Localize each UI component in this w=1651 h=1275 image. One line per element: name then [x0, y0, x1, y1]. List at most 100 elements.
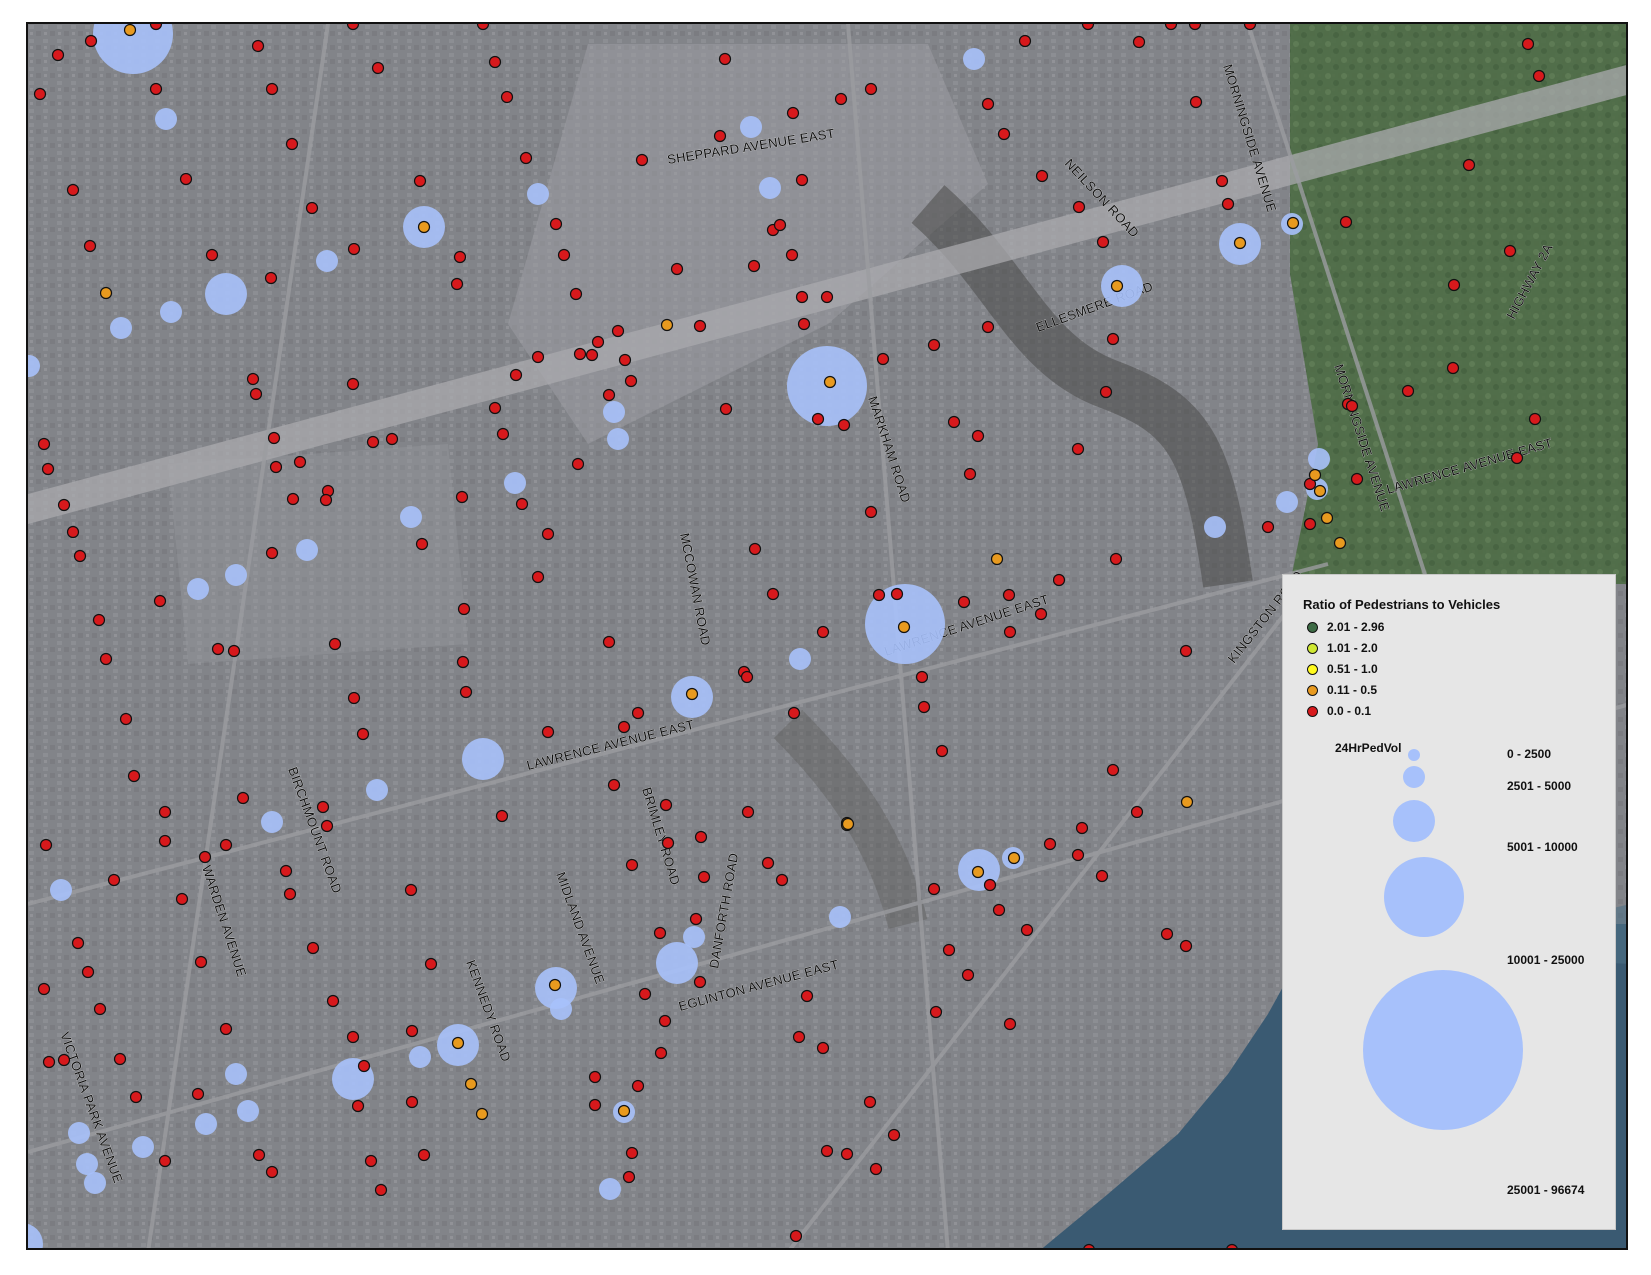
intersection-point[interactable]	[1180, 795, 1194, 809]
intersection-point[interactable]	[328, 637, 342, 651]
intersection-point[interactable]	[1096, 235, 1110, 249]
intersection-point[interactable]	[374, 1183, 388, 1197]
intersection-point[interactable]	[571, 457, 585, 471]
intersection-point[interactable]	[194, 955, 208, 969]
intersection-point[interactable]	[981, 320, 995, 334]
intersection-point[interactable]	[961, 968, 975, 982]
intersection-point[interactable]	[158, 1154, 172, 1168]
intersection-point[interactable]	[659, 798, 673, 812]
intersection-point[interactable]	[123, 24, 137, 37]
intersection-point[interactable]	[459, 685, 473, 699]
intersection-point[interactable]	[1188, 24, 1202, 31]
intersection-point[interactable]	[320, 819, 334, 833]
intersection-point[interactable]	[748, 542, 762, 556]
intersection-point[interactable]	[92, 613, 106, 627]
intersection-point[interactable]	[1071, 442, 1085, 456]
intersection-point[interactable]	[773, 218, 787, 232]
intersection-point[interactable]	[326, 994, 340, 1008]
intersection-point[interactable]	[464, 1077, 478, 1091]
intersection-point[interactable]	[319, 493, 333, 507]
intersection-point[interactable]	[285, 137, 299, 151]
intersection-point[interactable]	[863, 1095, 877, 1109]
intersection-point[interactable]	[73, 549, 87, 563]
intersection-point[interactable]	[823, 375, 837, 389]
intersection-point[interactable]	[219, 1022, 233, 1036]
intersection-point[interactable]	[971, 865, 985, 879]
intersection-point[interactable]	[872, 588, 886, 602]
intersection-point[interactable]	[305, 201, 319, 215]
intersection-point[interactable]	[761, 856, 775, 870]
intersection-point[interactable]	[1510, 451, 1524, 465]
intersection-point[interactable]	[107, 873, 121, 887]
intersection-point[interactable]	[1083, 1243, 1095, 1251]
intersection-point[interactable]	[1339, 215, 1353, 229]
intersection-point[interactable]	[93, 1002, 107, 1016]
intersection-point[interactable]	[129, 1090, 143, 1104]
intersection-point[interactable]	[316, 800, 330, 814]
intersection-point[interactable]	[264, 271, 278, 285]
intersection-point[interactable]	[33, 87, 47, 101]
intersection-point[interactable]	[1333, 536, 1347, 550]
intersection-point[interactable]	[786, 106, 800, 120]
intersection-point[interactable]	[1110, 279, 1124, 293]
intersection-point[interactable]	[1095, 869, 1109, 883]
intersection-point[interactable]	[811, 412, 825, 426]
intersection-point[interactable]	[1303, 517, 1317, 531]
intersection-point[interactable]	[1071, 848, 1085, 862]
intersection-point[interactable]	[346, 1030, 360, 1044]
intersection-point[interactable]	[864, 505, 878, 519]
intersection-point[interactable]	[265, 1165, 279, 1179]
intersection-point[interactable]	[971, 429, 985, 443]
intersection-point[interactable]	[519, 151, 533, 165]
intersection-point[interactable]	[654, 1046, 668, 1060]
intersection-point[interactable]	[1164, 24, 1178, 31]
intersection-point[interactable]	[864, 82, 878, 96]
intersection-point[interactable]	[631, 1079, 645, 1093]
intersection-point[interactable]	[617, 1104, 631, 1118]
intersection-point[interactable]	[158, 834, 172, 848]
intersection-point[interactable]	[957, 595, 971, 609]
intersection-point[interactable]	[588, 1098, 602, 1112]
intersection-point[interactable]	[747, 259, 761, 273]
intersection-point[interactable]	[622, 1170, 636, 1184]
intersection-point[interactable]	[1179, 939, 1193, 953]
intersection-point[interactable]	[1130, 805, 1144, 819]
intersection-point[interactable]	[456, 655, 470, 669]
intersection-point[interactable]	[42, 1055, 56, 1069]
intersection-point[interactable]	[205, 248, 219, 262]
intersection-point[interactable]	[1035, 169, 1049, 183]
intersection-point[interactable]	[602, 388, 616, 402]
intersection-point[interactable]	[869, 1162, 883, 1176]
intersection-point[interactable]	[1106, 332, 1120, 346]
intersection-point[interactable]	[618, 353, 632, 367]
intersection-point[interactable]	[265, 546, 279, 560]
intersection-point[interactable]	[1503, 244, 1517, 258]
intersection-point[interactable]	[573, 347, 587, 361]
intersection-point[interactable]	[792, 1030, 806, 1044]
intersection-point[interactable]	[1308, 468, 1322, 482]
intersection-point[interactable]	[876, 352, 890, 366]
intersection-point[interactable]	[179, 172, 193, 186]
intersection-point[interactable]	[71, 936, 85, 950]
intersection-point[interactable]	[158, 805, 172, 819]
intersection-point[interactable]	[1109, 552, 1123, 566]
intersection-point[interactable]	[658, 1014, 672, 1028]
intersection-point[interactable]	[795, 290, 809, 304]
intersection-point[interactable]	[1106, 763, 1120, 777]
intersection-point[interactable]	[1286, 216, 1300, 230]
intersection-point[interactable]	[306, 941, 320, 955]
intersection-point[interactable]	[1350, 472, 1364, 486]
intersection-point[interactable]	[697, 870, 711, 884]
intersection-point[interactable]	[347, 691, 361, 705]
intersection-point[interactable]	[638, 987, 652, 1001]
intersection-point[interactable]	[119, 712, 133, 726]
intersection-point[interactable]	[841, 817, 855, 831]
intersection-point[interactable]	[661, 836, 675, 850]
intersection-point[interactable]	[457, 602, 471, 616]
intersection-point[interactable]	[670, 262, 684, 276]
intersection-point[interactable]	[1081, 24, 1095, 31]
intersection-point[interactable]	[500, 90, 514, 104]
intersection-point[interactable]	[453, 250, 467, 264]
intersection-point[interactable]	[718, 52, 732, 66]
intersection-point[interactable]	[915, 670, 929, 684]
